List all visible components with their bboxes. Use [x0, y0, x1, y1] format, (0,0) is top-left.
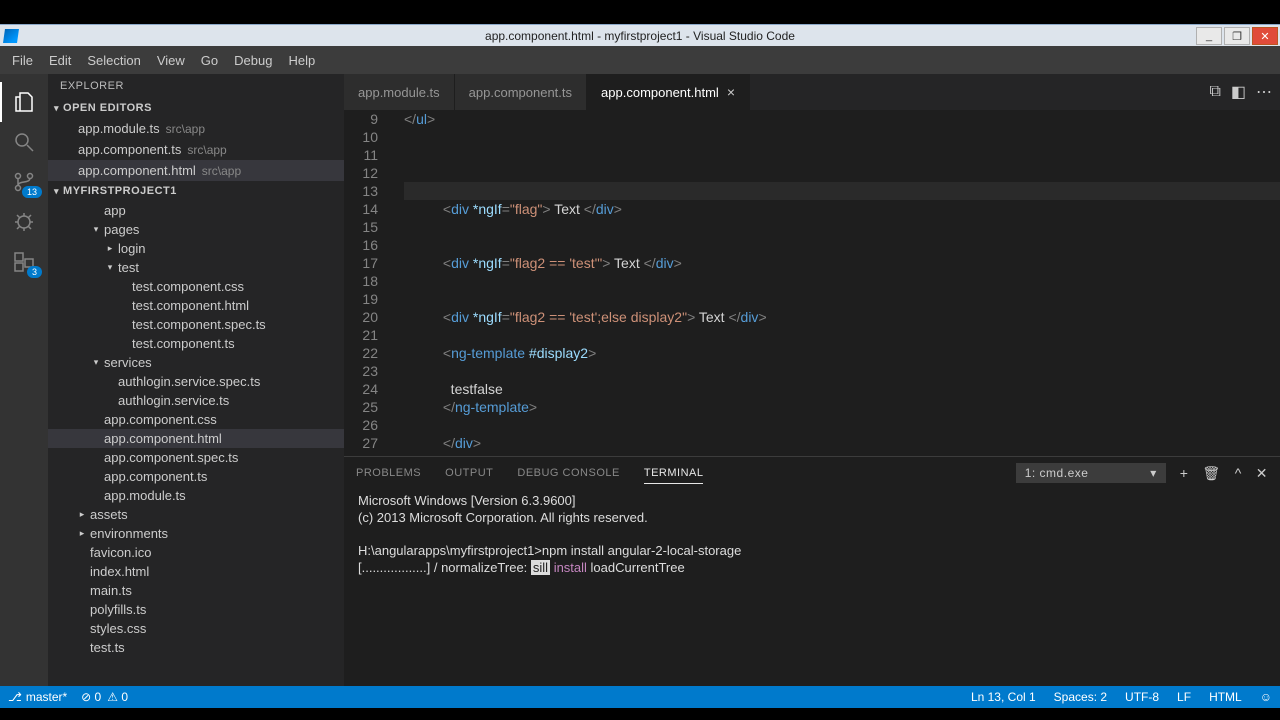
- activity-debug[interactable]: [0, 202, 48, 242]
- editor-tab[interactable]: app.component.html×: [587, 74, 750, 110]
- tree-item[interactable]: ▾test: [48, 258, 344, 277]
- tree-item[interactable]: test.component.spec.ts: [48, 315, 344, 334]
- menu-help[interactable]: Help: [280, 49, 323, 72]
- explorer-sidebar: EXPLORER ▾ OPEN EDITORS app.module.tssrc…: [48, 74, 344, 686]
- status-indent[interactable]: Spaces: 2: [1054, 690, 1107, 704]
- explorer-title: EXPLORER: [48, 74, 344, 98]
- window-title: app.component.html - myfirstproject1 - V…: [485, 29, 795, 43]
- menubar: File Edit Selection View Go Debug Help: [0, 46, 1280, 74]
- tree-item[interactable]: ▸environments: [48, 524, 344, 543]
- minimize-button[interactable]: _: [1196, 27, 1222, 45]
- close-window-button[interactable]: ✕: [1252, 27, 1278, 45]
- terminal-selector[interactable]: 1: cmd.exe▾: [1016, 463, 1166, 483]
- status-errors[interactable]: ⊘ 0: [81, 690, 101, 704]
- more-icon[interactable]: ⋯: [1256, 82, 1272, 102]
- status-ln-col[interactable]: Ln 13, Col 1: [971, 690, 1036, 704]
- tree-item[interactable]: app.component.html: [48, 429, 344, 448]
- tree-item[interactable]: test.component.html: [48, 296, 344, 315]
- editor-tab[interactable]: app.module.ts: [344, 74, 455, 110]
- panel-tab-terminal[interactable]: TERMINAL: [644, 463, 704, 484]
- activity-scm[interactable]: 13: [0, 162, 48, 202]
- panel-tab-problems[interactable]: PROBLEMS: [356, 463, 421, 483]
- new-terminal-icon[interactable]: +: [1180, 465, 1189, 481]
- tree-item[interactable]: authlogin.service.ts: [48, 391, 344, 410]
- activity-search[interactable]: [0, 122, 48, 162]
- chevron-down-icon: ▾: [54, 186, 59, 197]
- maximize-button[interactable]: ❐: [1224, 27, 1250, 45]
- code-editor[interactable]: 9101112131415161718192021222324252627 </…: [344, 110, 1280, 456]
- status-feedback-icon[interactable]: ☺: [1260, 690, 1272, 704]
- activity-bar: 13 3: [0, 74, 48, 686]
- tree-item[interactable]: ▸login: [48, 239, 344, 258]
- activity-explorer[interactable]: [0, 82, 48, 122]
- tree-item[interactable]: test.component.css: [48, 277, 344, 296]
- project-section[interactable]: ▾ MYFIRSTPROJECT1: [48, 181, 344, 201]
- chevron-down-icon: ▾: [54, 103, 59, 114]
- menu-edit[interactable]: Edit: [41, 49, 79, 72]
- tree-item[interactable]: favicon.ico: [48, 543, 344, 562]
- tree-item[interactable]: index.html: [48, 562, 344, 581]
- menu-selection[interactable]: Selection: [79, 49, 148, 72]
- editor-tabs: app.module.tsapp.component.tsapp.compone…: [344, 74, 1280, 110]
- activity-extensions[interactable]: 3: [0, 242, 48, 282]
- menu-debug[interactable]: Debug: [226, 49, 280, 72]
- tree-item[interactable]: ▾pages: [48, 220, 344, 239]
- search-icon: [12, 130, 36, 154]
- status-encoding[interactable]: UTF-8: [1125, 690, 1159, 704]
- bottom-panel: PROBLEMS OUTPUT DEBUG CONSOLE TERMINAL 1…: [344, 456, 1280, 686]
- titlebar: app.component.html - myfirstproject1 - V…: [0, 24, 1280, 46]
- tab-close-icon[interactable]: ×: [727, 84, 735, 100]
- status-warnings[interactable]: ⚠ 0: [107, 690, 128, 704]
- tree-item[interactable]: authlogin.service.spec.ts: [48, 372, 344, 391]
- open-editor-item[interactable]: app.module.tssrc\app: [48, 118, 344, 139]
- kill-terminal-icon[interactable]: 🗑: [1202, 465, 1220, 482]
- panel-tab-debug-console[interactable]: DEBUG CONSOLE: [517, 463, 619, 483]
- menu-go[interactable]: Go: [193, 49, 226, 72]
- scm-badge: 13: [22, 186, 42, 198]
- open-editors-section[interactable]: ▾ OPEN EDITORS: [48, 98, 344, 118]
- status-bar: ⎇master* ⊘ 0 ⚠ 0 Ln 13, Col 1 Spaces: 2 …: [0, 686, 1280, 708]
- tree-item[interactable]: app: [48, 201, 344, 220]
- tree-item[interactable]: app.component.ts: [48, 467, 344, 486]
- status-branch[interactable]: ⎇master*: [8, 690, 67, 704]
- open-editor-item[interactable]: app.component.htmlsrc\app: [48, 160, 344, 181]
- vscode-logo-icon: [3, 29, 19, 43]
- menu-file[interactable]: File: [4, 49, 41, 72]
- tree-item[interactable]: ▸assets: [48, 505, 344, 524]
- split-editor-icon[interactable]: ◧: [1231, 82, 1246, 102]
- files-icon: [12, 90, 36, 114]
- terminal[interactable]: Microsoft Windows [Version 6.3.9600] (c)…: [344, 489, 1280, 686]
- tree-item[interactable]: test.ts: [48, 638, 344, 657]
- tree-item[interactable]: app.component.spec.ts: [48, 448, 344, 467]
- bug-icon: [12, 210, 36, 234]
- tree-item[interactable]: polyfills.ts: [48, 600, 344, 619]
- diff-icon[interactable]: ⧉: [1209, 83, 1220, 101]
- panel-tab-output[interactable]: OUTPUT: [445, 463, 493, 483]
- tree-item[interactable]: styles.css: [48, 619, 344, 638]
- extensions-badge: 3: [27, 266, 42, 278]
- tree-item[interactable]: ▾services: [48, 353, 344, 372]
- tree-item[interactable]: main.ts: [48, 581, 344, 600]
- open-editor-item[interactable]: app.component.tssrc\app: [48, 139, 344, 160]
- close-panel-icon[interactable]: ✕: [1256, 465, 1268, 482]
- tree-item[interactable]: app.module.ts: [48, 486, 344, 505]
- status-eol[interactable]: LF: [1177, 690, 1191, 704]
- maximize-panel-icon[interactable]: ^: [1235, 465, 1242, 481]
- status-language[interactable]: HTML: [1209, 690, 1242, 704]
- menu-view[interactable]: View: [149, 49, 193, 72]
- tree-item[interactable]: app.component.css: [48, 410, 344, 429]
- editor-tab[interactable]: app.component.ts: [455, 74, 587, 110]
- tree-item[interactable]: test.component.ts: [48, 334, 344, 353]
